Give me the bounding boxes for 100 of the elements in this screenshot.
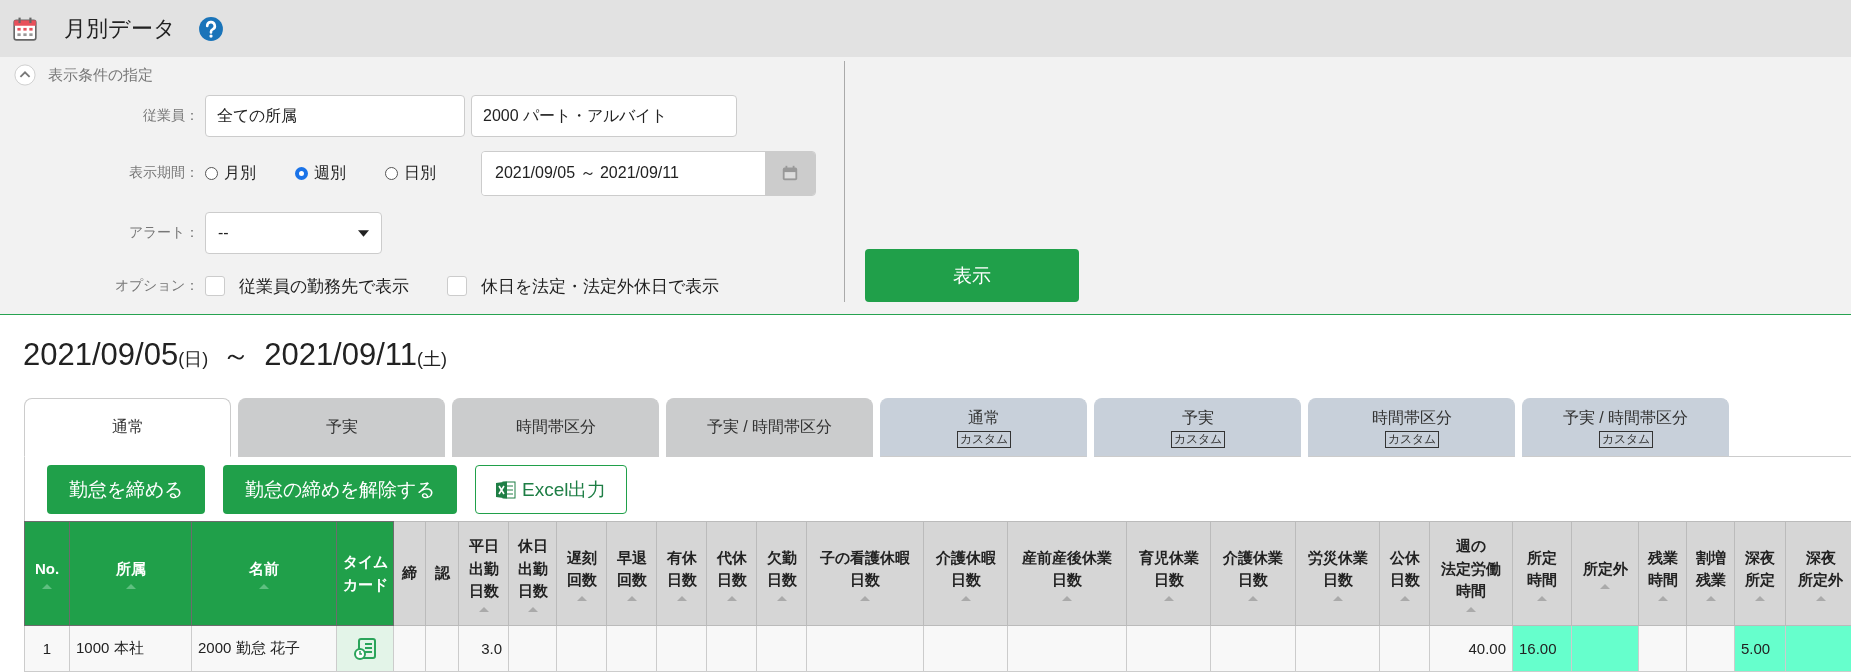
sort-icon[interactable] [1657,595,1668,601]
sort-icon[interactable] [676,595,687,601]
sort-icon[interactable] [259,584,269,590]
column-header[interactable]: 深夜 所定 [1734,521,1786,626]
column-header[interactable]: 代休 日数 [706,521,757,626]
period-radio[interactable]: 週別 [295,162,385,184]
excel-export-button[interactable]: Excel出力 [475,465,628,514]
sort-icon[interactable] [1705,595,1716,601]
view-tab[interactable]: 時間帯区分 カスタム [1308,398,1515,457]
header-text: 深夜 [1805,547,1836,568]
column-header[interactable]: 産前産後休業 日数 [1007,521,1127,626]
sort-icon[interactable] [860,595,870,601]
sort-icon[interactable] [1163,595,1174,601]
sort-icon[interactable] [42,584,52,590]
view-tab[interactable]: 予実 / 時間帯区分 [666,398,873,457]
view-tab[interactable]: 予実 [238,398,445,457]
view-tab[interactable]: 通常 [24,398,231,457]
start-date: 2021/09/05 [23,337,179,373]
period-radio[interactable]: 日別 [385,162,475,184]
sort-icon[interactable] [1248,595,1258,601]
table-cell: 1000 本社 [69,625,192,672]
header-text: 公休 [1389,547,1420,568]
header-text: 介護休業 [1223,547,1283,568]
header-text: 週の [1456,536,1486,557]
timecard-icon[interactable] [353,636,377,661]
column-header[interactable]: 所定 時間 [1512,521,1572,626]
option-checkbox[interactable]: 休日を法定・法定外休日で表示 [447,274,719,298]
header-text: 日数 [1322,570,1353,590]
employment-type-field[interactable]: 2000 パート・アルバイト [471,95,737,137]
header-text: 日数 [716,570,747,590]
sort-icon[interactable] [776,595,787,601]
header-text: 日数 [766,570,797,590]
sort-icon[interactable] [1755,595,1765,601]
column-header[interactable]: 早退 回数 [606,521,657,626]
view-tab[interactable]: 通常 カスタム [880,398,1087,457]
alert-dropdown[interactable]: -- [205,212,382,254]
header-text: 平日 [468,536,499,557]
sort-icon[interactable] [1537,595,1547,601]
header-text: 日数 [1153,570,1184,590]
sort-icon[interactable] [478,606,489,612]
view-tab[interactable]: 予実 カスタム [1094,398,1301,457]
period-radio[interactable]: 月別 [205,162,295,184]
header-text: 産前産後休業 [1022,547,1112,568]
option-checkbox[interactable]: 従業員の勤務先で表示 [205,274,409,298]
header-text: 出勤 [468,558,499,579]
table-cell: 1 [24,625,70,672]
sort-icon[interactable] [1332,595,1343,601]
view-tab[interactable]: 時間帯区分 [452,398,659,457]
sort-icon[interactable] [960,595,971,601]
column-header[interactable]: 育児休業 日数 [1126,521,1211,626]
column-header[interactable]: 欠勤 日数 [756,521,807,626]
column-header[interactable]: 遅刻 回数 [556,521,607,626]
field-label: オプション： [114,277,199,295]
sort-icon[interactable] [576,595,587,601]
header-text: 法定労働 [1441,558,1501,579]
weekday-label: (土) [417,348,447,371]
sort-icon[interactable] [1062,595,1072,601]
column-header[interactable]: 平日 出勤 日数 [458,521,509,626]
sort-icon[interactable] [726,595,737,601]
field-label: 表示期間： [128,164,199,182]
header-text: 所属 [115,558,146,579]
column-header[interactable]: 公休 日数 [1379,521,1430,626]
column-header[interactable]: 残業 時間 [1638,521,1687,626]
column-header[interactable]: 介護休暇 日数 [923,521,1008,626]
table-cell: 16.00 [1512,625,1572,672]
header-text: 代休 [716,547,747,568]
sort-icon[interactable] [1600,584,1610,590]
header-text: 時間 [1456,581,1486,602]
column-header[interactable]: 休日 出勤 日数 [508,521,557,626]
table-cell[interactable] [336,625,394,672]
sort-icon[interactable] [1399,595,1410,601]
sort-icon[interactable] [626,595,637,601]
header-text: 育児休業 [1138,547,1199,568]
range-separator: ～ [222,339,251,373]
view-tab[interactable]: 予実 / 時間帯区分 カスタム [1522,398,1729,457]
column-header[interactable]: 割増 残業 [1686,521,1735,626]
column-header[interactable]: 有休 日数 [656,521,707,626]
page-title: 月別データ [64,14,176,43]
collapse-icon[interactable] [14,64,36,86]
sort-icon[interactable] [1815,595,1826,601]
header-text: 出勤 [517,558,548,579]
sort-icon[interactable] [1466,606,1476,612]
column-header[interactable]: 所定外 [1571,521,1639,626]
help-icon[interactable] [198,15,224,42]
calendar-icon [12,15,38,42]
sort-icon[interactable] [125,584,136,590]
header-text: No. [34,558,60,579]
header-text: 所定 [1527,547,1557,568]
header-text: 残業 [1695,570,1726,590]
header-text: 日数 [1052,570,1082,590]
header-text: 名前 [249,558,279,579]
column-header[interactable]: 週の 法定労働 時間 [1429,521,1513,626]
column-header[interactable]: 労災休業 日数 [1295,521,1380,626]
department-field[interactable]: 全ての所属 [205,95,465,137]
table-cell: 2000 勤怠 花子 [191,625,337,672]
column-header[interactable]: 深夜 所定外 [1785,521,1851,626]
column-header[interactable]: 子の看護休暇 日数 [806,521,924,626]
column-header[interactable]: 介護休業 日数 [1210,521,1296,626]
sort-icon[interactable] [527,606,538,612]
header-text: 回数 [616,570,647,590]
